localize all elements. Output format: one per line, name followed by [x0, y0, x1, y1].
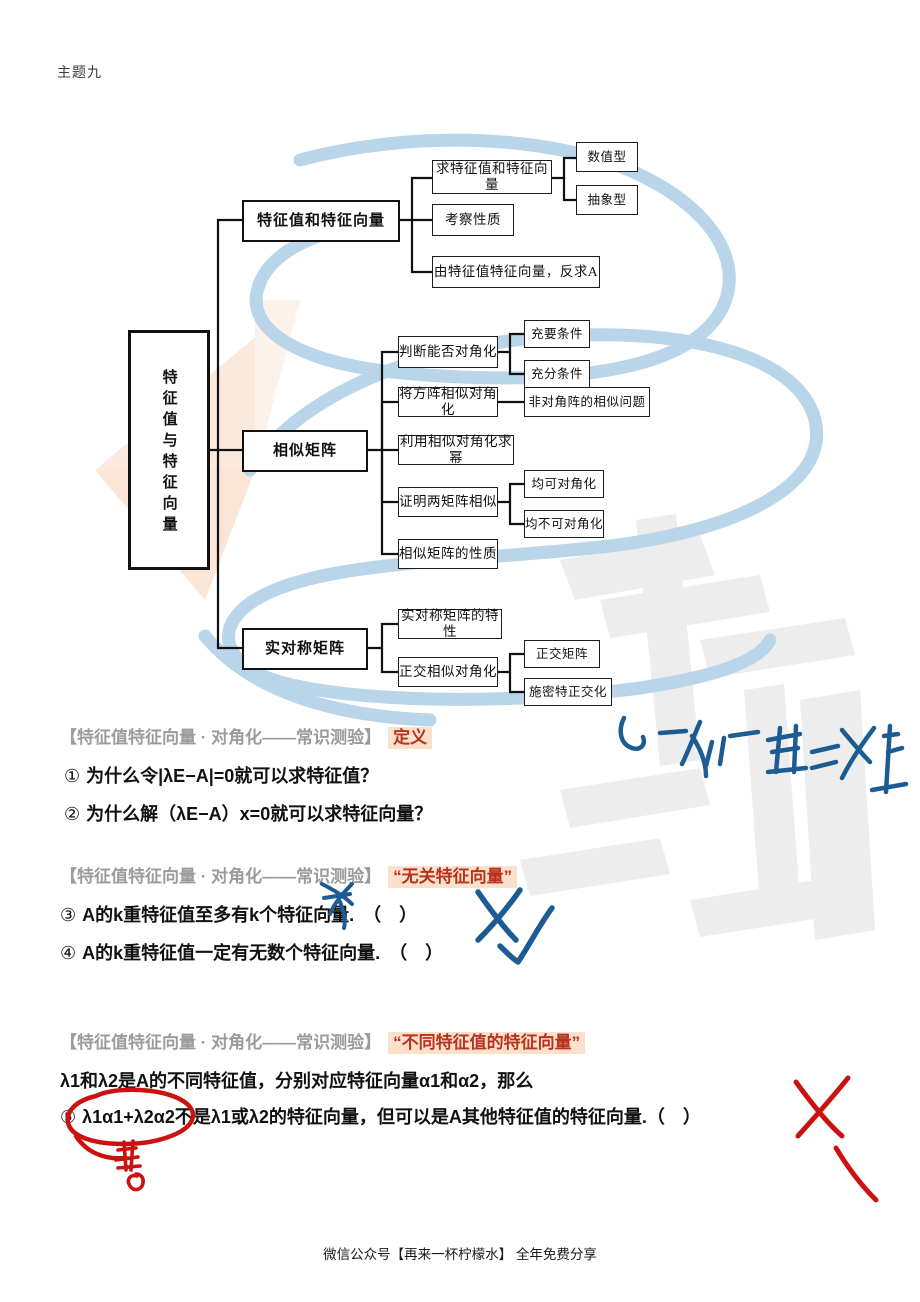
quiz-block-1: 【特征值特征向量 · 对角化——常识测验】 定义 ① 为什么令|λE−A|=0就可以… — [60, 723, 900, 826]
mindmap-node-find-eigen[interactable]: 求特征值和特征向量 — [432, 160, 552, 194]
node-label: 非对角阵的相似问题 — [528, 394, 646, 409]
mindmap-branch-real-symmetric[interactable]: 实对称矩阵 — [242, 628, 368, 670]
node-label: 充要条件 — [530, 326, 583, 341]
quiz-line: ④ A的k重特征值一定有无数个特征向量. （ ） — [60, 939, 900, 965]
mindmap-branch-label: 特征值和特征向量 — [256, 212, 385, 230]
quiz-line-number: ⑤ — [60, 1107, 77, 1127]
quiz-heading-keyword: “无关特征向量” — [388, 866, 518, 888]
quiz-line-text: 为什么解（λE−A）x=0就可以求特征向量？ — [86, 804, 433, 824]
mindmap-node-both-nondiagonalizable[interactable]: 均不可对角化 — [524, 510, 604, 538]
quiz-line: ② 为什么解（λE−A）x=0就可以求特征向量？ — [60, 800, 900, 826]
mindmap: 特征值与特征向量 特征值和特征向量 求特征值和特征向量 数值型 抽象型 考察性质… — [0, 130, 920, 710]
quiz-block-3: 【特征值特征向量 · 对角化——常识测验】 “不同特征值的特征向量” λ1和λ2是… — [60, 1028, 900, 1129]
quiz-block-2: 【特征值特征向量 · 对角化——常识测验】 “无关特征向量” ③ A的k重特征值至多… — [60, 862, 900, 965]
mindmap-node-nondiagonal-similar[interactable]: 非对角阵的相似问题 — [524, 387, 650, 417]
quiz-line-text: A的k重特征值一定有无数个特征向量. （ ） — [82, 943, 444, 963]
quiz-heading-prefix: 【特征值特征向量 · 对角化——常识测验】 — [60, 1033, 382, 1052]
quiz-heading-keyword: “不同特征值的特征向量” — [388, 1032, 586, 1054]
mindmap-node-properties[interactable]: 考察性质 — [432, 204, 514, 236]
mindmap-node-prove-similar[interactable]: 证明两矩阵相似 — [398, 487, 498, 517]
mindmap-node-both-diagonalizable[interactable]: 均可对角化 — [524, 470, 604, 498]
quiz-line: ⑤ λ1α1+λ2α2不是λ1或λ2的特征向量，但可以是A其他特征值的特征向量.（… — [60, 1103, 900, 1129]
page-footer: 微信公众号【再来一杯柠檬水】 全年免费分享 — [323, 1247, 597, 1262]
page-title: 主题九 — [57, 64, 102, 80]
quiz-line-number: ② — [64, 804, 81, 824]
mindmap-node-abstract[interactable]: 抽象型 — [576, 185, 638, 215]
mindmap-branch-label: 实对称矩阵 — [264, 640, 345, 658]
mindmap-node-power-by-diagonalize[interactable]: 利用相似对角化求幂 — [398, 434, 514, 465]
node-label: 将方阵相似对角化 — [399, 386, 497, 417]
node-label: 抽象型 — [587, 192, 627, 207]
node-label: 证明两矩阵相似 — [399, 494, 497, 510]
quiz-line-text: A的k重特征值至多有k个特征向量. （ ） — [82, 905, 418, 925]
mindmap-root-node[interactable]: 特征值与特征向量 — [128, 330, 210, 570]
quiz-line-number: ① — [64, 766, 81, 786]
node-label: 充分条件 — [530, 366, 583, 381]
mindmap-node-can-diagonalize[interactable]: 判断能否对角化 — [398, 336, 498, 368]
quiz-heading-keyword: 定义 — [388, 727, 433, 749]
node-label: 正交矩阵 — [535, 646, 588, 661]
mindmap-node-numeric[interactable]: 数值型 — [576, 142, 638, 172]
mindmap-node-necessary-sufficient[interactable]: 充要条件 — [524, 320, 590, 348]
node-label: 数值型 — [587, 149, 627, 164]
quiz-line-number: ④ — [60, 943, 77, 963]
node-label: 施密特正交化 — [528, 684, 607, 699]
mindmap-node-similar-properties[interactable]: 相似矩阵的性质 — [398, 539, 498, 569]
mindmap-branch-label: 相似矩阵 — [272, 442, 337, 460]
quiz-line: ① 为什么令|λE−A|=0就可以求特征值？ — [60, 762, 900, 788]
node-label: 由特征值特征向量，反求A — [433, 264, 599, 280]
quiz-heading-2: 【特征值特征向量 · 对角化——常识测验】 “无关特征向量” — [60, 862, 900, 888]
page-root: 主题九 特征值与特征向量 特征值和特征向量 求特征值和特征向量 数值型 抽象型 … — [0, 0, 920, 1302]
mindmap-node-sufficient[interactable]: 充分条件 — [524, 360, 590, 388]
quiz-heading-prefix: 【特征值特征向量 · 对角化——常识测验】 — [60, 867, 382, 886]
quiz-line-number: ③ — [60, 905, 77, 925]
mindmap-root-label: 特征值与特征向量 — [160, 369, 178, 537]
node-label: 判断能否对角化 — [399, 344, 497, 360]
node-label: 相似矩阵的性质 — [399, 546, 497, 562]
mindmap-branch-similar-matrix[interactable]: 相似矩阵 — [242, 430, 368, 472]
mindmap-node-diagonalize-matrix[interactable]: 将方阵相似对角化 — [398, 386, 498, 417]
node-label: 均可对角化 — [531, 476, 597, 491]
mindmap-node-real-symmetric-traits[interactable]: 实对称矩阵的特性 — [398, 608, 502, 639]
quiz-heading-3: 【特征值特征向量 · 对角化——常识测验】 “不同特征值的特征向量” — [60, 1028, 900, 1054]
mindmap-node-inverse-find-a[interactable]: 由特征值特征向量，反求A — [432, 256, 600, 288]
quiz-line: ③ A的k重特征值至多有k个特征向量. （ ） — [60, 901, 900, 927]
quiz-line-text: 为什么令|λE−A|=0就可以求特征值？ — [86, 766, 379, 786]
quiz-line-text: λ1α1+λ2α2不是λ1或λ2的特征向量，但可以是A其他特征值的特征向量.（ … — [82, 1107, 701, 1127]
node-label: 利用相似对角化求幂 — [400, 434, 512, 465]
mindmap-node-orthogonal-diagonalize[interactable]: 正交相似对角化 — [398, 657, 498, 687]
quiz-line: λ1和λ2是A的不同特征值，分别对应特征向量α1和α2，那么 — [60, 1067, 900, 1093]
node-label: 考察性质 — [445, 212, 501, 228]
node-label: 均不可对角化 — [525, 516, 604, 531]
node-label: 实对称矩阵的特性 — [401, 608, 499, 639]
quiz-heading-1: 【特征值特征向量 · 对角化——常识测验】 定义 — [60, 723, 900, 749]
quiz-line-text: λ1和λ2是A的不同特征值，分别对应特征向量α1和α2，那么 — [60, 1071, 534, 1091]
node-label: 求特征值和特征向量 — [436, 161, 548, 192]
red-neq-zero-icon — [114, 1139, 145, 1192]
mindmap-node-schmidt[interactable]: 施密特正交化 — [524, 678, 612, 706]
mindmap-branch-eigen[interactable]: 特征值和特征向量 — [242, 200, 400, 242]
node-label: 正交相似对角化 — [399, 664, 497, 680]
mindmap-node-orthogonal-matrix[interactable]: 正交矩阵 — [524, 640, 600, 668]
quiz-heading-prefix: 【特征值特征向量 · 对角化——常识测验】 — [60, 728, 382, 747]
